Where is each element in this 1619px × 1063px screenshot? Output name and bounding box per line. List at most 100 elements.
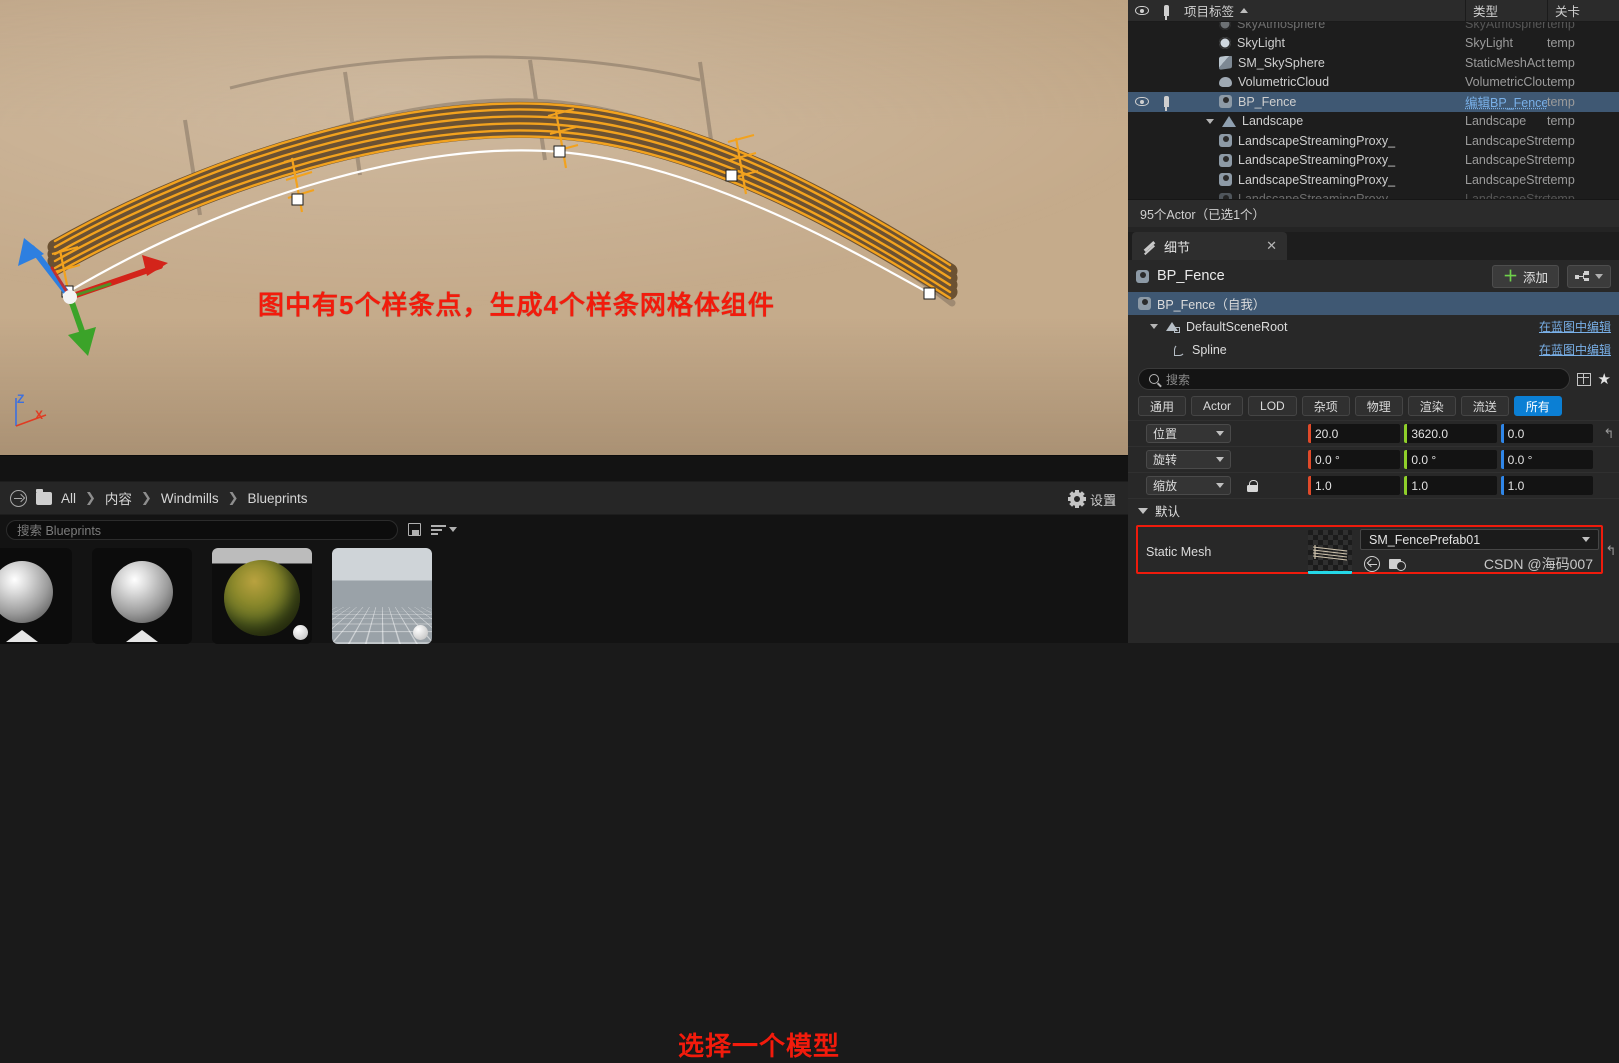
rotation-x-input[interactable]: 0.0 ° xyxy=(1308,450,1401,469)
property-name-location: 位置 xyxy=(1128,424,1308,443)
location-x-input[interactable]: 20.0 xyxy=(1308,424,1401,443)
blueprint-graph-button[interactable] xyxy=(1567,264,1611,288)
column-visibility[interactable] xyxy=(1128,0,1155,22)
component-row-self[interactable]: BP_Fence（自我） xyxy=(1128,292,1619,315)
outliner-row[interactable]: SkyLight SkyLight temp xyxy=(1128,34,1619,54)
filter-all[interactable]: 所有 xyxy=(1513,396,1562,416)
outliner-row[interactable]: VolumetricCloud VolumetricClou temp xyxy=(1128,73,1619,93)
property-row-location[interactable]: 位置 20.0 3620.0 0.0 ↰ xyxy=(1128,420,1619,446)
filter-rendering[interactable]: 渲染 xyxy=(1407,396,1456,416)
fence-thumbnail-render xyxy=(1312,544,1348,560)
folder-icon xyxy=(36,488,52,505)
breadcrumb-item-content[interactable]: 内容 xyxy=(105,488,132,508)
revert-icon[interactable]: ↰ xyxy=(1105,492,1118,510)
use-selected-asset-icon[interactable] xyxy=(1364,556,1380,572)
breadcrumb-item-windmills[interactable]: Windmills xyxy=(161,491,219,506)
filter-general[interactable]: 通用 xyxy=(1138,396,1187,416)
row-type: SkyLight xyxy=(1465,36,1513,51)
outliner-row[interactable]: LandscapeStreamingProxy_ LandscapeStre t… xyxy=(1128,170,1619,190)
location-y-input[interactable]: 3620.0 xyxy=(1404,424,1497,443)
property-row-static-mesh[interactable]: Static Mesh SM_FencePrefab01 CSDN @海码007… xyxy=(1128,525,1619,578)
details-panel[interactable]: BP_Fence ＋ 添加 BP_Fence（自我） DefaultSceneR… xyxy=(1128,260,1619,643)
content-browser-asset-grid[interactable] xyxy=(0,548,1128,644)
content-browser-settings-button[interactable]: 设置 ↰ xyxy=(1069,482,1118,516)
breadcrumb-item-blueprints[interactable]: Blueprints xyxy=(248,491,308,506)
filter-physics[interactable]: 物理 xyxy=(1354,396,1403,416)
browse-to-asset-icon[interactable] xyxy=(1389,557,1406,571)
asset-tile[interactable] xyxy=(212,548,312,644)
column-level[interactable]: 关卡 xyxy=(1547,0,1619,22)
property-row-scale[interactable]: 缩放 1.0 1.0 1.0 xyxy=(1128,472,1619,498)
details-object-name: BP_Fence xyxy=(1157,268,1225,284)
level-viewport[interactable]: 图中有5个样条点，生成4个样条网格体组件 Z X xyxy=(0,0,1128,455)
outliner-row[interactable]: Landscape Landscape temp xyxy=(1128,112,1619,132)
save-all-button[interactable] xyxy=(408,523,421,536)
edit-in-blueprint-link[interactable]: 在蓝图中编辑 xyxy=(1539,318,1611,335)
outliner-column-header[interactable]: 项目标签 类型 关卡 xyxy=(1128,0,1619,22)
filter-actor[interactable]: Actor xyxy=(1191,396,1244,416)
content-browser-path-bar[interactable]: All ❯ 内容 ❯ Windmills ❯ Blueprints 设置 ↰ xyxy=(0,481,1128,515)
expander-icon[interactable] xyxy=(1206,118,1214,124)
details-tab-strip[interactable]: 细节 ✕ xyxy=(1128,232,1619,260)
revert-static-mesh-icon[interactable]: ↰ xyxy=(1601,543,1619,559)
outliner-row[interactable]: SM_SkySphere StaticMeshAct temp xyxy=(1128,53,1619,73)
outliner-row[interactable]: SkyAtmosphere SkyAtmospher temp xyxy=(1128,22,1619,34)
add-component-button[interactable]: ＋ 添加 xyxy=(1491,264,1559,288)
revert-location-icon[interactable]: ↰ xyxy=(1599,426,1619,442)
filter-misc[interactable]: 杂项 xyxy=(1301,396,1350,416)
outliner-row-bp-fence[interactable]: BP_Fence 编辑BP_Fence temp xyxy=(1128,92,1619,112)
row-pin-toggle[interactable] xyxy=(1155,96,1177,112)
breadcrumb-item-all[interactable]: All xyxy=(61,491,76,506)
scale-z-input[interactable]: 1.0 xyxy=(1500,476,1593,495)
world-outliner-list[interactable]: SkyAtmosphere SkyAtmospher temp SkyLight… xyxy=(1128,22,1619,199)
content-browser[interactable]: All ❯ 内容 ❯ Windmills ❯ Blueprints 设置 ↰ 搜… xyxy=(0,455,1128,1061)
close-icon[interactable]: ✕ xyxy=(1266,238,1277,254)
outliner-row[interactable]: LandscapeStreamingProxy_ LandscapeStre t… xyxy=(1128,151,1619,171)
static-mesh-property-wrapper[interactable]: Static Mesh SM_FencePrefab01 CSDN @海码007… xyxy=(1128,522,1619,578)
scale-mode-dropdown[interactable]: 缩放 xyxy=(1146,476,1231,495)
column-name[interactable]: 项目标签 xyxy=(1177,0,1465,22)
rotation-y-input[interactable]: 0.0 ° xyxy=(1404,450,1497,469)
static-mesh-asset-dropdown[interactable]: SM_FencePrefab01 xyxy=(1360,529,1599,550)
column-pin[interactable] xyxy=(1155,0,1177,22)
navigate-forward-icon[interactable] xyxy=(10,489,27,507)
grid-view-icon[interactable] xyxy=(1576,372,1591,386)
right-panel[interactable]: 项目标签 类型 关卡 SkyAtmosphere SkyAtmospher te… xyxy=(1128,0,1619,643)
component-row-root[interactable]: DefaultSceneRoot 在蓝图中编辑 xyxy=(1128,315,1619,338)
row-visibility-toggle[interactable] xyxy=(1128,97,1155,107)
rotation-z-input[interactable]: 0.0 ° xyxy=(1500,450,1593,469)
section-header-default[interactable]: 默认 xyxy=(1128,498,1619,522)
static-mesh-thumbnail[interactable] xyxy=(1308,529,1352,574)
content-browser-search-input[interactable]: 搜索 Blueprints xyxy=(6,519,398,540)
details-search-input[interactable]: 搜索 xyxy=(1138,368,1570,390)
component-row-spline[interactable]: Spline 在蓝图中编辑 xyxy=(1128,338,1619,361)
rotation-mode-dropdown[interactable]: 旋转 xyxy=(1146,450,1231,469)
scale-x-input[interactable]: 1.0 xyxy=(1308,476,1401,495)
filters-button[interactable] xyxy=(431,524,457,535)
row-type[interactable]: 编辑BP_Fence xyxy=(1465,92,1547,111)
scale-y-input[interactable]: 1.0 xyxy=(1404,476,1497,495)
property-row-rotation[interactable]: 旋转 0.0 ° 0.0 ° 0.0 ° xyxy=(1128,446,1619,472)
row-label: Landscape xyxy=(1242,114,1304,129)
edit-blueprint-link[interactable]: 编辑BP_Fence xyxy=(1465,96,1547,110)
details-search-row[interactable]: 搜索 ★ xyxy=(1128,361,1619,396)
outliner-row[interactable]: LandscapeStreamingProxy_ LandscapeStre t… xyxy=(1128,131,1619,151)
outliner-row[interactable]: LandscapeStreamingProxy_ LandscapeStre t… xyxy=(1128,190,1619,199)
favorite-star-icon[interactable]: ★ xyxy=(1598,372,1611,387)
expander-icon[interactable] xyxy=(1150,324,1158,329)
asset-tile[interactable] xyxy=(332,548,432,644)
asset-tile[interactable] xyxy=(0,548,72,644)
filter-lod[interactable]: LOD xyxy=(1248,396,1297,416)
actor-icon xyxy=(1219,173,1232,187)
content-browser-search-row[interactable]: 搜索 Blueprints xyxy=(0,515,1128,544)
actor-icon xyxy=(1138,297,1151,310)
lock-icon[interactable] xyxy=(1247,479,1258,492)
location-mode-dropdown[interactable]: 位置 xyxy=(1146,424,1231,443)
edit-in-blueprint-link[interactable]: 在蓝图中编辑 xyxy=(1539,341,1611,358)
location-z-input[interactable]: 0.0 xyxy=(1500,424,1593,443)
filter-streaming[interactable]: 流送 xyxy=(1460,396,1509,416)
asset-tile[interactable] xyxy=(92,548,192,644)
column-type[interactable]: 类型 xyxy=(1465,0,1547,22)
tab-details[interactable]: 细节 ✕ xyxy=(1132,232,1287,260)
details-filter-buttons[interactable]: 通用 Actor LOD 杂项 物理 渲染 流送 所有 xyxy=(1128,396,1619,420)
